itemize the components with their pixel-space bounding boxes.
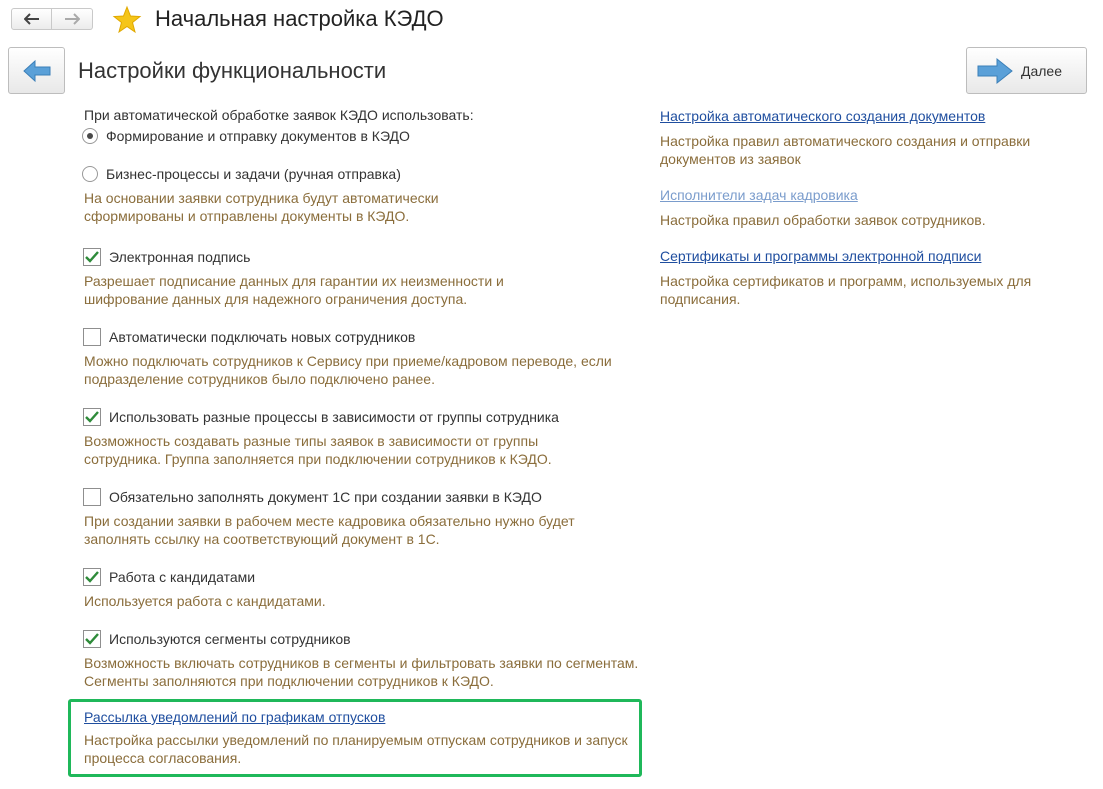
back-button[interactable]: [8, 47, 65, 94]
checkmark-icon: [85, 251, 99, 263]
checkbox[interactable]: [83, 630, 101, 648]
certificates-link[interactable]: Сертификаты и программы электронной подп…: [660, 248, 981, 264]
settings-column: При автоматической обработке заявок КЭДО…: [82, 106, 644, 225]
setting-description: Возможность создавать разные типы заявок…: [84, 433, 552, 467]
checkbox[interactable]: [83, 248, 101, 266]
radio-group-intro: При автоматической обработке заявок КЭДО…: [84, 107, 474, 123]
radio-option-business-processes[interactable]: Бизнес-процессы и задачи (ручная отправк…: [82, 163, 644, 185]
arrow-left-icon: [23, 13, 39, 25]
arrow-left-icon: [22, 59, 50, 82]
next-button-label: Далее: [1021, 62, 1063, 79]
radio-button[interactable]: [82, 166, 98, 182]
arrow-right-icon: [977, 57, 1013, 84]
radio-description: На основании заявки сотрудника будут авт…: [84, 190, 439, 224]
auto-documents-link[interactable]: Настройка автоматического создания докум…: [660, 108, 985, 124]
next-button[interactable]: Далее: [966, 47, 1087, 94]
checkbox-row[interactable]: Автоматически подключать новых сотрудник…: [83, 326, 644, 348]
setting-description: Возможность включать сотрудников в сегме…: [84, 655, 639, 689]
radio-button[interactable]: [82, 128, 98, 144]
checkmark-icon: [85, 633, 99, 645]
setting-candidates: Работа с кандидатами Используется работа…: [83, 566, 644, 610]
link-description: Настройка правил обработки заявок сотруд…: [660, 212, 986, 228]
setting-require-1c-document: Обязательно заполнять документ 1С при со…: [83, 486, 644, 548]
arrow-right-icon: [65, 13, 80, 25]
radio-option-send-documents[interactable]: Формирование и отправку документов в КЭД…: [82, 125, 644, 147]
checkbox-label: Использовать разные процессы в зависимос…: [109, 409, 559, 425]
setting-description: Настройка рассылки уведомлений по планир…: [84, 732, 628, 766]
checkbox-label: Автоматически подключать новых сотрудник…: [109, 329, 416, 345]
right-link-task-executors: Исполнители задач кадровика Настройка пр…: [660, 187, 1090, 229]
link-description: Настройка правил автоматического создани…: [660, 133, 1031, 167]
setting-description: Используется работа с кандидатами.: [84, 593, 326, 609]
link-description: Настройка сертификатов и программ, испол…: [660, 273, 1032, 307]
setting-group-processes: Использовать разные процессы в зависимос…: [83, 406, 644, 468]
setting-auto-connect-employees: Автоматически подключать новых сотрудник…: [83, 326, 644, 388]
checkbox-label: Электронная подпись: [109, 249, 251, 265]
window-title: Начальная настройка КЭДО: [155, 6, 444, 31]
setting-employee-segments: Используются сегменты сотрудников Возмож…: [83, 628, 644, 690]
checkbox[interactable]: [83, 488, 101, 506]
page-title: Настройки функциональности: [78, 58, 387, 83]
checkbox-row[interactable]: Обязательно заполнять документ 1С при со…: [83, 486, 644, 508]
right-link-auto-documents: Настройка автоматического создания докум…: [660, 108, 1090, 168]
task-executors-link[interactable]: Исполнители задач кадровика: [660, 187, 858, 203]
radio-label: Бизнес-процессы и задачи (ручная отправк…: [106, 166, 401, 182]
setting-description: При создании заявки в рабочем месте кадр…: [84, 513, 575, 547]
setting-vacation-notifications: Рассылка уведомлений по графикам отпуско…: [84, 709, 644, 767]
right-link-certificates: Сертификаты и программы электронной подп…: [660, 248, 1090, 308]
nav-forward-button[interactable]: [52, 8, 93, 30]
checkbox[interactable]: [83, 328, 101, 346]
checkbox[interactable]: [83, 568, 101, 586]
setting-electronic-signature: Электронная подпись Разрешает подписание…: [83, 246, 644, 308]
favorite-star-icon[interactable]: [112, 5, 142, 40]
checkmark-icon: [85, 411, 99, 423]
setting-description: Разрешает подписание данных для гарантии…: [84, 273, 504, 307]
checkbox-label: Используются сегменты сотрудников: [109, 631, 351, 647]
checkbox-row[interactable]: Используются сегменты сотрудников: [83, 628, 644, 650]
checkbox[interactable]: [83, 408, 101, 426]
checkbox-row[interactable]: Использовать разные процессы в зависимос…: [83, 406, 644, 428]
setting-description: Можно подключать сотрудников к Сервису п…: [84, 353, 612, 387]
checkbox-label: Обязательно заполнять документ 1С при со…: [109, 489, 542, 505]
vacation-notifications-link[interactable]: Рассылка уведомлений по графикам отпуско…: [84, 709, 385, 725]
checkbox-row[interactable]: Электронная подпись: [83, 246, 644, 268]
checkbox-label: Работа с кандидатами: [109, 569, 256, 585]
nav-back-button[interactable]: [11, 8, 52, 30]
checkbox-row[interactable]: Работа с кандидатами: [83, 566, 644, 588]
radio-label: Формирование и отправку документов в КЭД…: [106, 128, 410, 144]
checkmark-icon: [85, 571, 99, 583]
